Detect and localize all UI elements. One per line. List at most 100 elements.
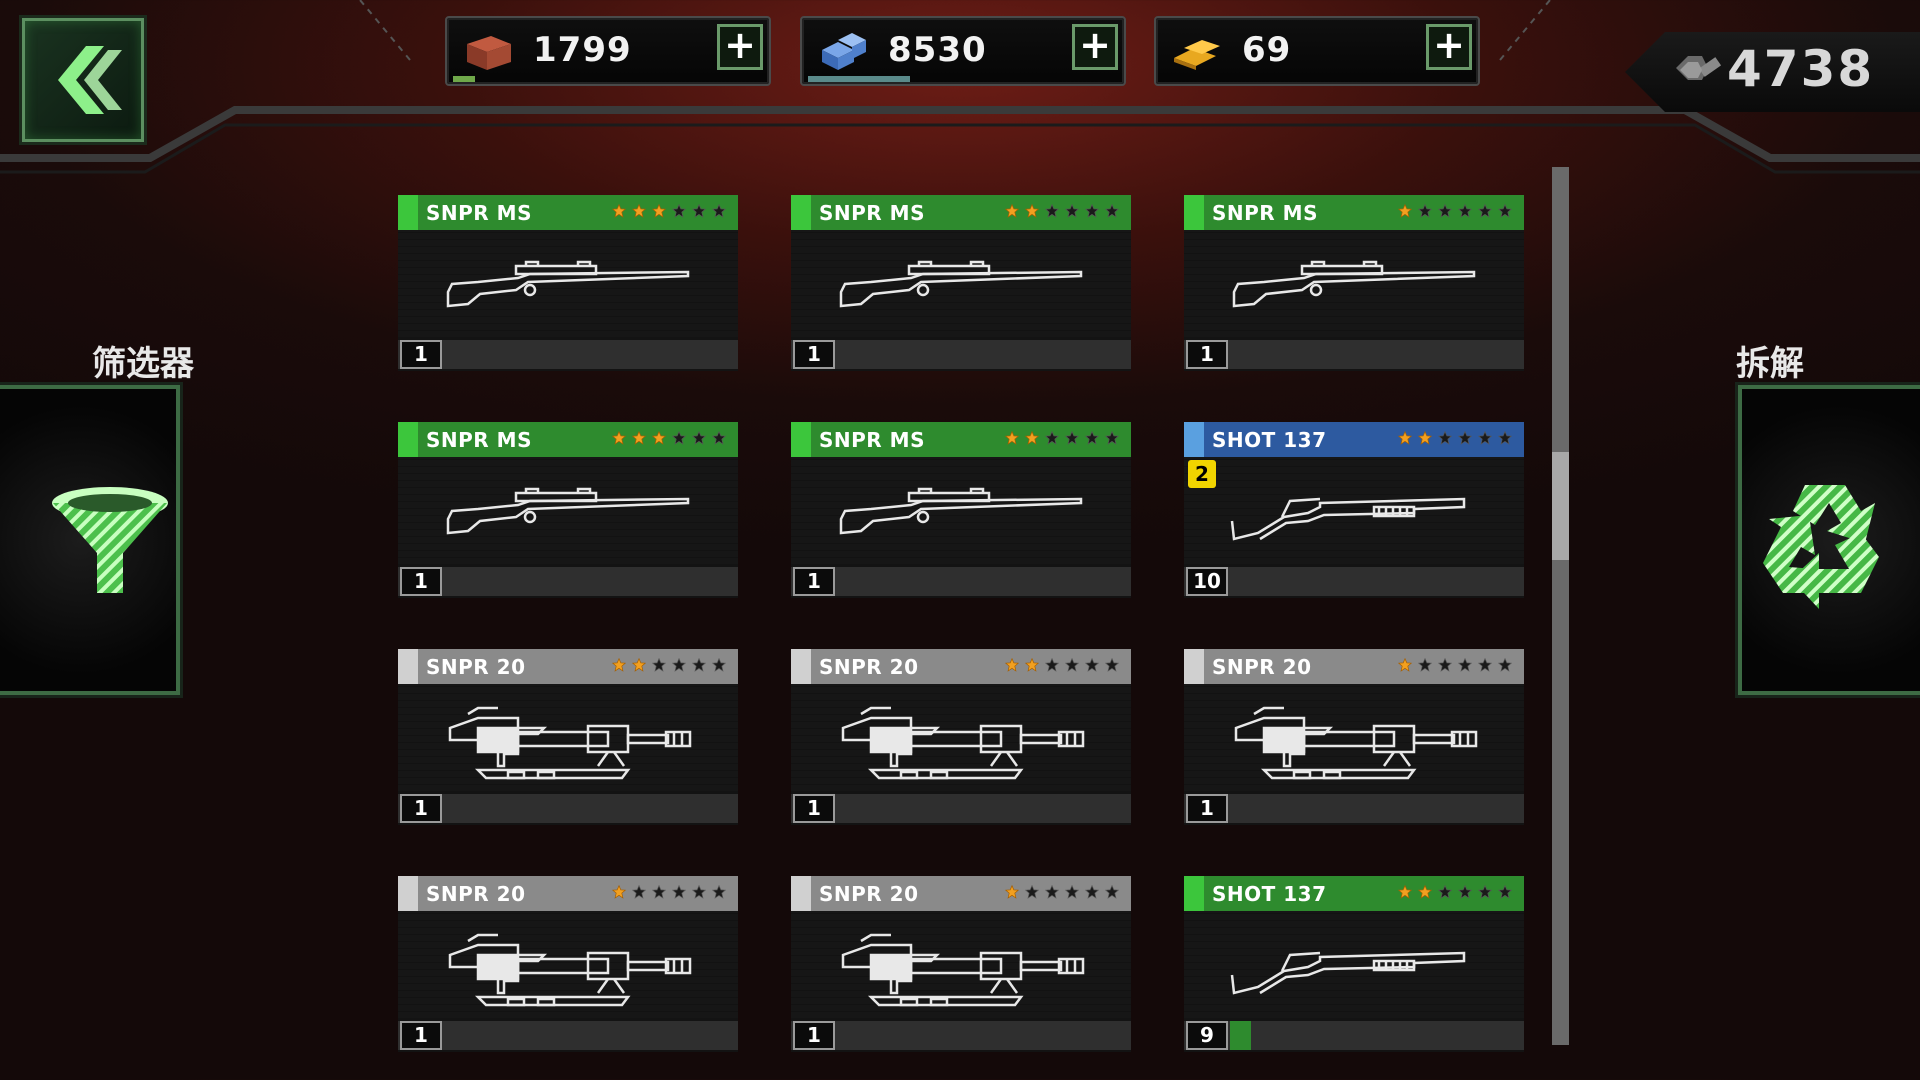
star-filled-icon — [1418, 885, 1432, 899]
weapon-image — [791, 230, 1131, 337]
star-empty-icon — [652, 658, 666, 672]
weapon-name: SNPR MS — [426, 427, 532, 452]
star-empty-icon — [1105, 658, 1119, 672]
add-cubes-button[interactable]: + — [1072, 24, 1118, 70]
star-empty-icon — [692, 885, 706, 899]
star-empty-icon — [1498, 658, 1512, 672]
star-empty-icon — [1418, 658, 1432, 672]
heavy-sniper-icon — [448, 933, 692, 1006]
filter-label: 筛选器 — [92, 344, 194, 384]
star-filled-icon — [1025, 431, 1039, 445]
scrollbar-thumb[interactable] — [1552, 451, 1569, 560]
star-rating — [612, 658, 726, 672]
star-empty-icon — [672, 658, 686, 672]
rarity-accent — [791, 195, 811, 230]
weapon-card[interactable]: SNPR MS 1 — [791, 422, 1131, 598]
weapon-card[interactable]: SNPR 20 1 — [398, 876, 738, 1052]
sniper-rifle-icon — [839, 260, 1083, 307]
star-empty-icon — [1065, 658, 1079, 672]
star-rating — [1005, 658, 1119, 672]
star-empty-icon — [672, 431, 686, 445]
weapon-count: 1 — [400, 1021, 442, 1050]
star-filled-icon — [1398, 204, 1412, 218]
weapon-card[interactable]: SNPR MS 1 — [398, 195, 738, 371]
star-empty-icon — [1085, 885, 1099, 899]
rarity-accent — [791, 649, 811, 684]
bolt-icon — [1676, 56, 1722, 80]
heavy-sniper-icon — [841, 933, 1085, 1006]
weapon-card-footer: 1 — [1184, 340, 1524, 369]
star-empty-icon — [712, 885, 726, 899]
weapon-name: SNPR MS — [819, 427, 925, 452]
weapon-card[interactable]: SHOT 137 9 — [1184, 876, 1524, 1052]
weapon-card-footer: 1 — [398, 567, 738, 596]
weapon-card[interactable]: SNPR MS 1 — [791, 195, 1131, 371]
star-filled-icon — [1005, 658, 1019, 672]
star-empty-icon — [1045, 658, 1059, 672]
star-filled-icon — [652, 431, 666, 445]
star-empty-icon — [1498, 885, 1512, 899]
rarity-accent — [398, 876, 418, 911]
weapon-image — [398, 684, 738, 791]
weapon-card[interactable]: SNPR 20 1 — [791, 876, 1131, 1052]
weapon-card[interactable]: SHOT 137 2 10 — [1184, 422, 1524, 598]
level-badge: 2 — [1188, 460, 1216, 488]
star-empty-icon — [1478, 658, 1492, 672]
star-filled-icon — [1025, 658, 1039, 672]
weapon-card[interactable]: SNPR 20 1 — [791, 649, 1131, 825]
weapon-grid: SNPR MS 1 SNPR MS 1 SNPR MS 1 SNPR MS 1 SNPR MS 1… — [398, 195, 1528, 1055]
heavy-sniper-icon — [448, 706, 692, 779]
weapon-count: 1 — [793, 567, 835, 596]
cubes-value: 8530 — [888, 30, 987, 70]
weapon-image — [398, 230, 738, 337]
weapon-count: 1 — [1186, 340, 1228, 369]
currency-cubes: 8530 + — [800, 16, 1126, 86]
weapon-card-footer: 1 — [1184, 794, 1524, 823]
add-gold-button[interactable]: + — [1426, 24, 1472, 70]
weapon-image — [398, 911, 738, 1018]
rarity-accent — [1184, 422, 1204, 457]
weapon-image — [1184, 684, 1524, 791]
star-empty-icon — [1045, 431, 1059, 445]
star-empty-icon — [1438, 658, 1452, 672]
star-empty-icon — [1105, 431, 1119, 445]
currency-crates: 1799 + — [445, 16, 771, 86]
star-empty-icon — [1105, 885, 1119, 899]
weapon-image — [398, 457, 738, 564]
scrollbar[interactable] — [1552, 167, 1569, 1045]
back-button[interactable] — [22, 18, 144, 142]
rarity-accent — [1184, 649, 1204, 684]
funnel-icon — [52, 487, 168, 593]
weapon-count: 1 — [400, 340, 442, 369]
star-empty-icon — [1065, 885, 1079, 899]
weapon-card[interactable]: SNPR 20 1 — [1184, 649, 1524, 825]
weapon-card[interactable]: SNPR MS 1 — [1184, 195, 1524, 371]
star-rating — [612, 204, 726, 218]
star-empty-icon — [672, 885, 686, 899]
filter-button[interactable] — [0, 385, 180, 695]
sniper-rifle-icon — [1232, 260, 1476, 307]
star-empty-icon — [1458, 431, 1472, 445]
star-filled-icon — [652, 204, 666, 218]
rarity-accent — [398, 195, 418, 230]
weapon-card[interactable]: SNPR 20 1 — [398, 649, 738, 825]
shotgun-icon — [1230, 497, 1466, 541]
weapon-card-footer: 10 — [1184, 567, 1524, 596]
chevron-left-icon — [58, 46, 122, 114]
star-empty-icon — [1498, 204, 1512, 218]
weapon-name: SHOT 137 — [1212, 427, 1327, 452]
weapon-card[interactable]: SNPR MS 1 — [398, 422, 738, 598]
star-empty-icon — [712, 658, 726, 672]
star-empty-icon — [712, 204, 726, 218]
star-rating — [612, 885, 726, 899]
weapon-name: SNPR 20 — [819, 654, 919, 679]
star-empty-icon — [692, 204, 706, 218]
star-rating — [1398, 658, 1512, 672]
star-empty-icon — [1438, 431, 1452, 445]
weapon-card-footer: 1 — [398, 340, 738, 369]
dismantle-button[interactable] — [1738, 385, 1920, 695]
star-filled-icon — [612, 204, 626, 218]
star-filled-icon — [1418, 431, 1432, 445]
add-crates-button[interactable]: + — [717, 24, 763, 70]
weapon-name: SNPR 20 — [426, 881, 526, 906]
